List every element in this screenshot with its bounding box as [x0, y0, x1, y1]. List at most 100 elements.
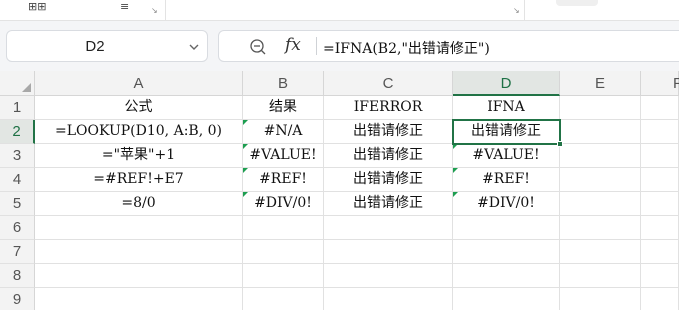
- cell-b5[interactable]: #DIV/0!: [243, 192, 324, 216]
- cell-c3[interactable]: 出错请修正: [324, 144, 453, 168]
- column-header-d[interactable]: D: [453, 71, 560, 96]
- cell-b8[interactable]: [243, 264, 324, 288]
- cell-d4[interactable]: #REF!: [453, 168, 560, 192]
- cell-c9[interactable]: [324, 288, 453, 310]
- cell-b4-value: #REF!: [259, 171, 307, 187]
- cell-f6[interactable]: [641, 216, 679, 240]
- ribbon-icon[interactable]: ≡: [120, 0, 129, 13]
- cell-b3[interactable]: #VALUE!: [243, 144, 324, 168]
- cell-c8[interactable]: [324, 264, 453, 288]
- column-header-c[interactable]: C: [324, 71, 453, 96]
- error-indicator-icon[interactable]: [453, 144, 458, 149]
- cell-a9[interactable]: [35, 288, 243, 310]
- cell-e4[interactable]: [560, 168, 641, 192]
- error-indicator-icon[interactable]: [243, 192, 248, 197]
- ribbon-button[interactable]: [556, 0, 598, 6]
- cell-c1[interactable]: IFERROR: [324, 96, 453, 120]
- cell-d4-value: #REF!: [482, 171, 530, 187]
- row-header-1[interactable]: 1: [0, 96, 35, 120]
- cell-c4[interactable]: 出错请修正: [324, 168, 453, 192]
- cell-e3[interactable]: [560, 144, 641, 168]
- cell-f4[interactable]: [641, 168, 679, 192]
- ribbon-divider: [165, 0, 166, 20]
- cell-b4[interactable]: #REF!: [243, 168, 324, 192]
- cell-f3[interactable]: [641, 144, 679, 168]
- cell-f9[interactable]: [641, 288, 679, 310]
- cell-a6[interactable]: [35, 216, 243, 240]
- cell-d9[interactable]: [453, 288, 560, 310]
- cell-e2[interactable]: [560, 120, 641, 144]
- column-header-e[interactable]: E: [560, 71, 641, 96]
- dialog-launcher-icon[interactable]: ↘: [151, 6, 158, 15]
- chevron-down-icon[interactable]: [189, 42, 199, 52]
- select-all-button[interactable]: [0, 71, 35, 96]
- cell-d6[interactable]: [453, 216, 560, 240]
- cell-c2[interactable]: 出错请修正: [324, 120, 453, 144]
- cell-d7[interactable]: [453, 240, 560, 264]
- cell-e5[interactable]: [560, 192, 641, 216]
- cell-d8[interactable]: [453, 264, 560, 288]
- error-indicator-icon[interactable]: [243, 120, 248, 125]
- cell-c5[interactable]: 出错请修正: [324, 192, 453, 216]
- cell-d1[interactable]: IFNA: [453, 96, 560, 120]
- formula-input[interactable]: fx =IFNA(B2,"出错请修正"): [218, 30, 679, 62]
- row-header-3[interactable]: 3: [0, 144, 35, 168]
- cell-b5-value: #DIV/0!: [254, 195, 312, 211]
- row-header-7[interactable]: 7: [0, 240, 35, 264]
- dialog-launcher-icon[interactable]: ↘: [513, 6, 520, 15]
- column-header-f[interactable]: F: [641, 71, 679, 96]
- cell-b1[interactable]: 结果: [243, 96, 324, 120]
- name-box[interactable]: D2: [6, 30, 208, 62]
- cell-e6[interactable]: [560, 216, 641, 240]
- zoom-icon[interactable]: [249, 38, 267, 56]
- cell-a5[interactable]: =8/0: [35, 192, 243, 216]
- cell-a2[interactable]: =LOOKUP(D10, A:B, 0): [35, 120, 243, 144]
- ribbon-strip: ⊞⊞ ≡ ↘ ↘: [0, 0, 679, 21]
- column-header-b[interactable]: B: [243, 71, 324, 96]
- cell-b6[interactable]: [243, 216, 324, 240]
- cell-a4[interactable]: =#REF!+E7: [35, 168, 243, 192]
- row-header-4[interactable]: 4: [0, 168, 35, 192]
- cell-f5[interactable]: [641, 192, 679, 216]
- cell-c7[interactable]: [324, 240, 453, 264]
- cell-b2-value: #N/A: [263, 123, 303, 139]
- cell-f2[interactable]: [641, 120, 679, 144]
- formula-bar-area: D2 fx =IFNA(B2,"出错请修正"): [0, 21, 679, 71]
- cell-e7[interactable]: [560, 240, 641, 264]
- cell-b9[interactable]: [243, 288, 324, 310]
- ribbon-icon[interactable]: ⊞⊞: [28, 0, 46, 13]
- error-indicator-icon[interactable]: [243, 144, 248, 149]
- select-all-icon: [22, 83, 31, 92]
- error-indicator-icon[interactable]: [453, 192, 458, 197]
- row-header-2[interactable]: 2: [0, 120, 35, 144]
- cell-d5[interactable]: #DIV/0!: [453, 192, 560, 216]
- ribbon-divider: [524, 0, 525, 20]
- cell-f8[interactable]: [641, 264, 679, 288]
- cell-d5-value: #DIV/0!: [477, 195, 535, 211]
- cell-f7[interactable]: [641, 240, 679, 264]
- column-header-a[interactable]: A: [35, 71, 243, 96]
- cell-d2[interactable]: 出错请修正: [453, 120, 560, 144]
- row-header-6[interactable]: 6: [0, 216, 35, 240]
- cell-d3[interactable]: #VALUE!: [453, 144, 560, 168]
- name-box-value: D2: [85, 38, 105, 55]
- cell-b2[interactable]: #N/A: [243, 120, 324, 144]
- spreadsheet-grid: A B C D E F 1 2 3 4 5 6 7 8 9 公式 结果 IFER…: [0, 71, 679, 310]
- cell-e1[interactable]: [560, 96, 641, 120]
- row-header-5[interactable]: 5: [0, 192, 35, 216]
- cell-c6[interactable]: [324, 216, 453, 240]
- cell-a1[interactable]: 公式: [35, 96, 243, 120]
- row-header-8[interactable]: 8: [0, 264, 35, 288]
- cell-a7[interactable]: [35, 240, 243, 264]
- cell-e8[interactable]: [560, 264, 641, 288]
- formula-text[interactable]: =IFNA(B2,"出错请修正"): [323, 38, 490, 58]
- error-indicator-icon[interactable]: [243, 168, 248, 173]
- cell-a8[interactable]: [35, 264, 243, 288]
- cell-a3[interactable]: ="苹果"+1: [35, 144, 243, 168]
- insert-function-button[interactable]: fx: [285, 35, 301, 55]
- cell-f1[interactable]: [641, 96, 679, 120]
- row-header-9[interactable]: 9: [0, 288, 35, 310]
- cell-e9[interactable]: [560, 288, 641, 310]
- error-indicator-icon[interactable]: [453, 168, 458, 173]
- cell-b7[interactable]: [243, 240, 324, 264]
